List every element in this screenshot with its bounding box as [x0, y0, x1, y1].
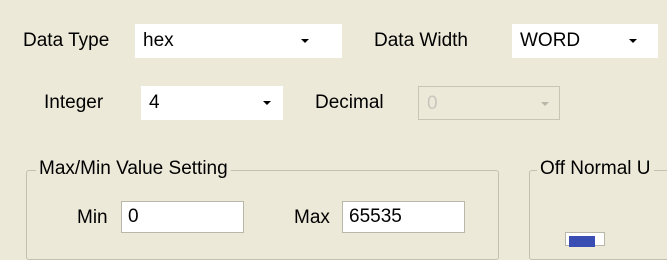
integer-select[interactable]: 4 [141, 86, 283, 120]
chevron-down-icon[interactable] [629, 39, 637, 43]
data-type-label: Data Type [23, 30, 110, 51]
decimal-select[interactable]: 0 [418, 86, 560, 120]
off-normal-swatch-field[interactable] [565, 232, 605, 247]
data-width-select[interactable]: WORD [512, 24, 658, 58]
off-normal-group [529, 170, 667, 260]
min-value-text: 0 [128, 206, 139, 227]
decimal-value: 0 [427, 93, 438, 114]
max-value-text: 65535 [349, 206, 402, 227]
decimal-label: Decimal [315, 92, 384, 113]
data-width-label: Data Width [374, 30, 468, 51]
chevron-down-icon[interactable] [263, 101, 271, 105]
max-label: Max [294, 207, 330, 228]
data-type-value: hex [143, 30, 174, 51]
chevron-down-icon [541, 102, 549, 106]
data-width-value: WORD [520, 30, 581, 51]
max-value-input[interactable]: 65535 [342, 201, 465, 233]
chevron-down-icon[interactable] [301, 39, 309, 43]
color-swatch-icon [569, 236, 595, 247]
integer-label: Integer [44, 92, 104, 113]
min-value-input[interactable]: 0 [121, 201, 244, 233]
data-type-select[interactable]: hex [135, 24, 342, 58]
off-normal-group-legend: Off Normal U [537, 158, 654, 180]
max-min-group-legend: Max/Min Value Setting [36, 158, 231, 180]
integer-value: 4 [149, 92, 160, 113]
min-label: Min [77, 207, 108, 228]
